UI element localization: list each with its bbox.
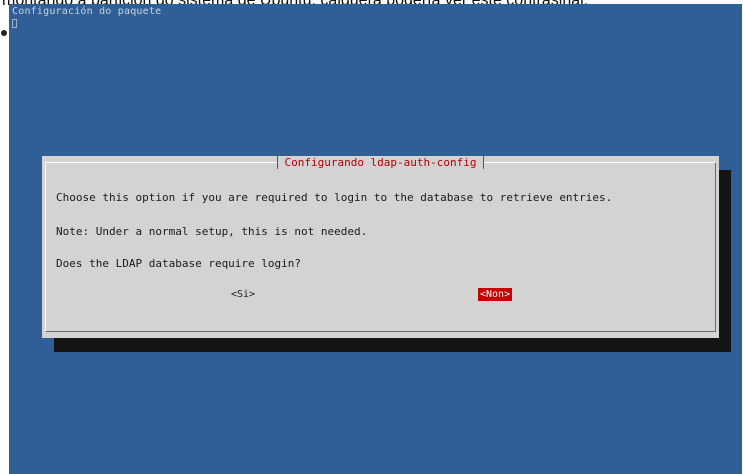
terminal-title: Configuración do paquete xyxy=(12,6,162,17)
terminal-cursor xyxy=(12,19,17,28)
dialog-question: Does the LDAP database require login? xyxy=(56,257,302,270)
terminal-screen: Configuración do paquete Configurando ld… xyxy=(9,4,742,474)
dialog-message-line-2: Note: Under a normal setup, this is not … xyxy=(56,225,368,238)
dialog-title-text: Configurando ldap-auth-config xyxy=(277,156,484,169)
yes-button[interactable]: <Si> xyxy=(229,288,257,301)
dialog-frame xyxy=(45,162,716,332)
list-bullet xyxy=(1,30,7,36)
no-button[interactable]: <Non> xyxy=(478,288,513,301)
dialog-title: Configurando ldap-auth-config xyxy=(42,156,719,170)
dialog-message-line-1: Choose this option if you are required t… xyxy=(56,191,613,204)
debconf-dialog: Configurando ldap-auth-config Choose thi… xyxy=(42,156,719,338)
